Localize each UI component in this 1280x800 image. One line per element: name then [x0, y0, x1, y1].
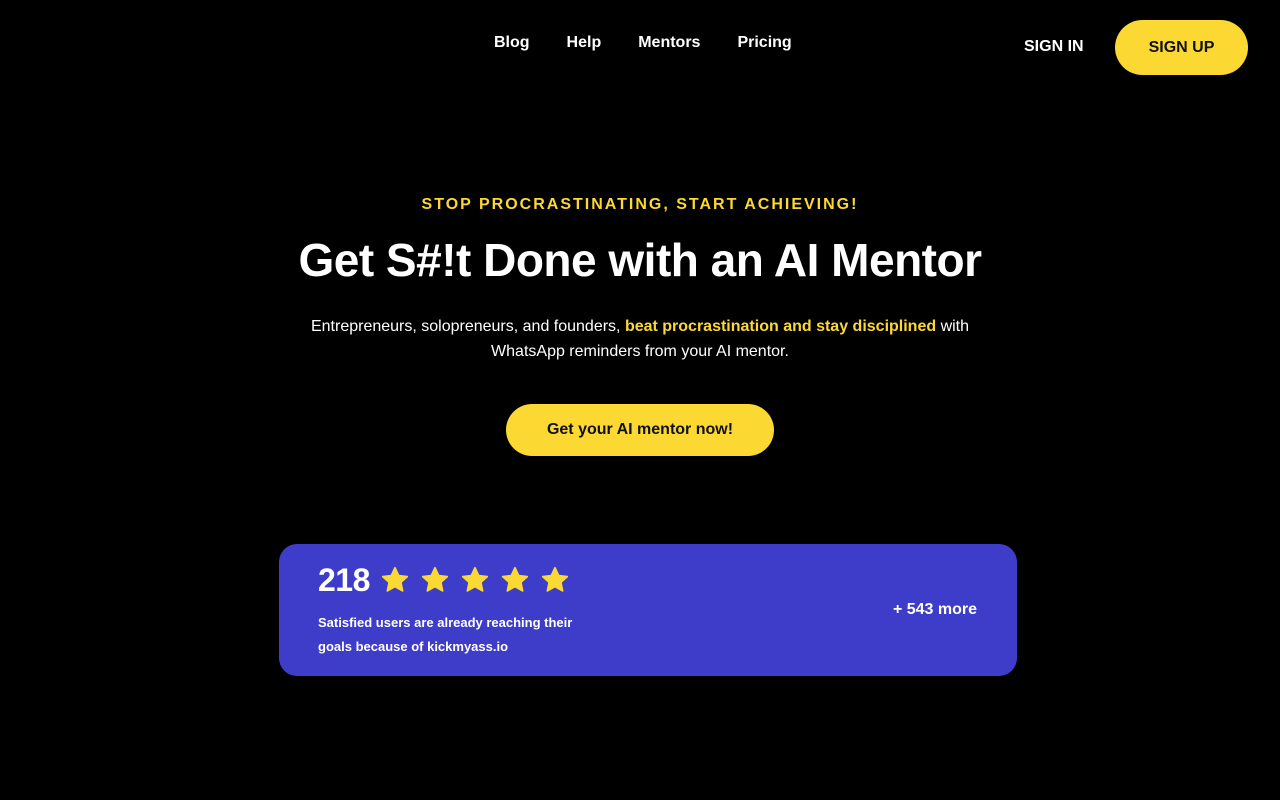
hero-subtext-highlight: beat procrastination and stay discipline… — [624, 318, 937, 335]
nav-link-blog[interactable]: Blog — [494, 33, 530, 53]
nav-link-help[interactable]: Help — [567, 33, 602, 53]
social-proof-card: 218 Satisfied users are already reaching… — [279, 544, 1017, 676]
main-nav: Blog Help Mentors Pricing — [494, 33, 792, 53]
sign-up-button[interactable]: SIGN UP — [1115, 20, 1248, 75]
star-icon — [421, 566, 449, 592]
social-proof-description: Satisfied users are already reaching the… — [318, 615, 573, 654]
more-users-count: + 543 more — [892, 601, 977, 618]
rating-stars — [380, 565, 570, 595]
hero-headline: Get S#!t Done with an AI Mentor — [298, 234, 982, 286]
sign-in-link[interactable]: SIGN IN — [1024, 37, 1084, 57]
hero-eyebrow: STOP PROCRASTINATING, START ACHIEVING! — [421, 196, 859, 213]
nav-link-mentors[interactable]: Mentors — [638, 33, 700, 53]
get-mentor-button[interactable]: Get your AI mentor now! — [506, 404, 774, 456]
star-icon — [461, 566, 489, 592]
hero-subtext-start: Entrepreneurs, solopreneurs, and founder… — [310, 318, 625, 335]
hero-subtext: Entrepreneurs, solopreneurs, and founder… — [290, 314, 990, 364]
star-icon — [541, 566, 569, 592]
star-icon — [501, 566, 529, 592]
landing-page: Blog Help Mentors Pricing SIGN IN SIGN U… — [0, 0, 1280, 800]
user-count: 218 — [318, 562, 370, 598]
star-icon — [381, 566, 409, 592]
nav-link-pricing[interactable]: Pricing — [737, 33, 791, 53]
